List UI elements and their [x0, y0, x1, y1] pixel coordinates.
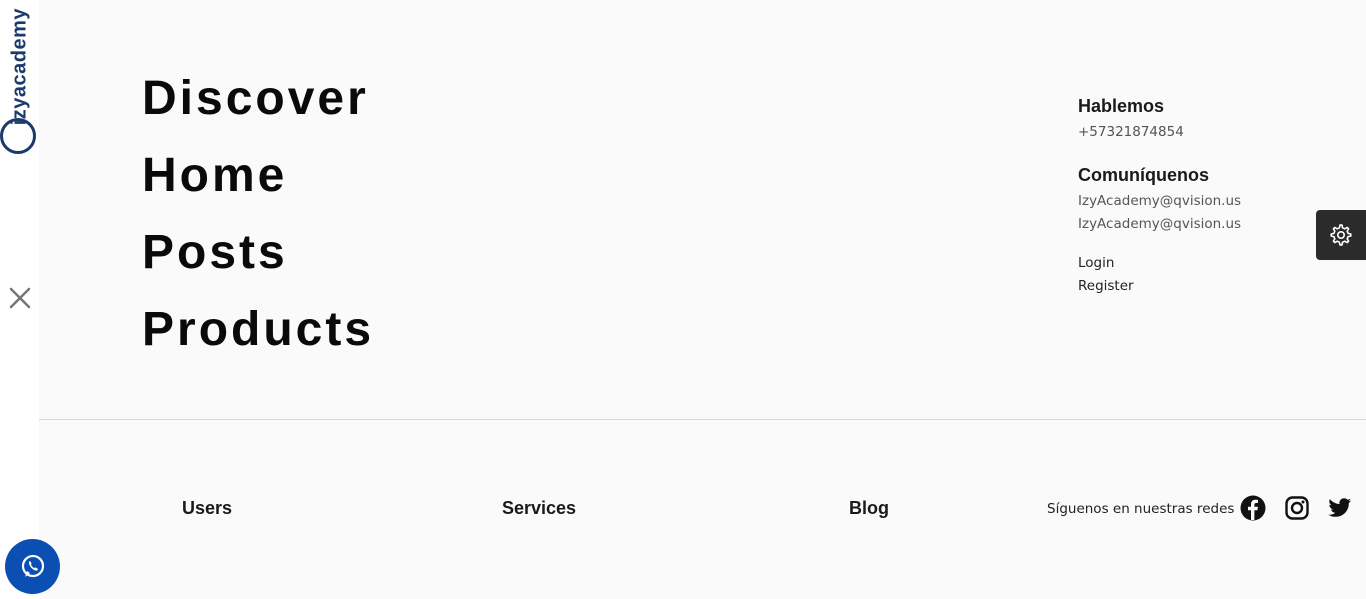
main-menu: Discover Home Posts Products	[142, 60, 374, 368]
footer-link-blog[interactable]: Blog	[849, 498, 889, 519]
footer-link-services[interactable]: Services	[502, 498, 576, 519]
login-link[interactable]: Login	[1078, 252, 1241, 275]
register-link[interactable]: Register	[1078, 275, 1241, 298]
facebook-icon[interactable]	[1240, 495, 1266, 521]
menu-item-discover[interactable]: Discover	[142, 60, 374, 137]
twitter-icon[interactable]	[1327, 495, 1353, 521]
logo-mark-icon	[0, 118, 36, 154]
whatsapp-button[interactable]	[5, 539, 60, 594]
contact-email: IzyAcademy@qvision.us	[1078, 193, 1242, 209]
sidebar: izyacademy	[0, 0, 60, 599]
menu-item-products[interactable]: Products	[142, 291, 374, 368]
follow-text: Síguenos en nuestras redes	[1047, 501, 1235, 517]
menu-item-posts[interactable]: Posts	[142, 214, 374, 291]
logo-text: izyacademy	[8, 8, 30, 126]
whatsapp-icon	[21, 554, 44, 577]
menu-item-home[interactable]: Home	[142, 137, 374, 214]
contact-phone: +57321874854	[1078, 124, 1184, 140]
instagram-icon[interactable]	[1284, 495, 1310, 521]
contact-panel: Hablemos +57321874854 Comuníquenos IzyAc…	[1078, 96, 1241, 298]
close-icon[interactable]	[7, 285, 33, 311]
footer-link-users[interactable]: Users	[182, 498, 232, 519]
gear-icon	[1330, 224, 1352, 246]
contact-email: IzyAcademy@qvision.us	[1078, 216, 1242, 232]
contact-reach-heading: Comuníquenos	[1078, 165, 1209, 185]
footer-divider	[39, 419, 1366, 420]
contact-talk-heading: Hablemos	[1078, 96, 1165, 116]
settings-button[interactable]	[1316, 210, 1366, 260]
brand-logo[interactable]: izyacademy	[0, 0, 39, 160]
